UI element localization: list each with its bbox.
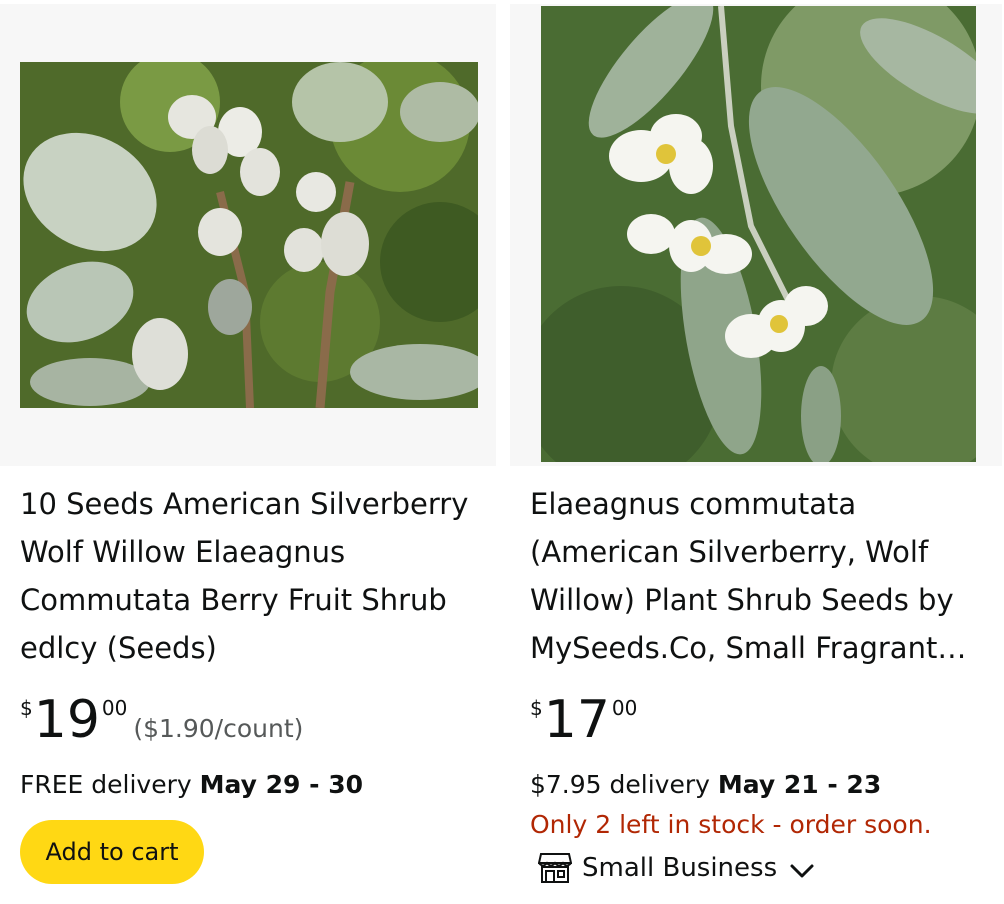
stock-warning: Only 2 left in stock - order soon.: [530, 810, 932, 839]
small-business-label: Small Business: [582, 853, 778, 883]
delivery-info: FREE delivery May 29 - 30: [20, 768, 363, 802]
add-to-cart-button[interactable]: Add to cart: [20, 820, 204, 884]
price-fraction: 00: [611, 696, 638, 720]
product-card[interactable]: 10 Seeds American Silverberry Wolf Willo…: [0, 0, 496, 904]
product-title[interactable]: 10 Seeds American Silverberry Wolf Willo…: [20, 480, 480, 672]
product-image-panel[interactable]: [0, 4, 496, 466]
delivery-info: $7.95 delivery May 21 - 23: [530, 768, 881, 802]
product-card[interactable]: Elaeagnus commutata (American Silverberr…: [510, 0, 1002, 904]
unit-price: ($1.90/count): [133, 714, 304, 743]
price-fraction: 00: [101, 696, 128, 720]
delivery-dates: May 21 - 23: [717, 770, 882, 799]
price-symbol: $: [530, 696, 543, 720]
delivery-prefix: $7.95 delivery: [530, 770, 710, 799]
product-title[interactable]: Elaeagnus commutata (American Silverberr…: [530, 480, 976, 672]
price-symbol: $: [20, 696, 33, 720]
store-icon: [538, 853, 572, 883]
price: $ 19 00 ($1.90/count): [20, 690, 303, 750]
price-whole: 19: [33, 690, 100, 750]
product-image[interactable]: [20, 62, 478, 408]
delivery-dates: May 29 - 30: [199, 770, 363, 799]
product-image-panel[interactable]: [510, 4, 1002, 466]
small-business-badge[interactable]: Small Business: [538, 852, 815, 884]
product-grid: 10 Seeds American Silverberry Wolf Willo…: [0, 0, 1004, 904]
delivery-prefix: FREE delivery: [20, 770, 192, 799]
price: $ 17 00: [530, 690, 637, 750]
product-image[interactable]: [541, 6, 976, 462]
chevron-down-icon[interactable]: [789, 861, 815, 881]
price-whole: 17: [543, 690, 610, 750]
